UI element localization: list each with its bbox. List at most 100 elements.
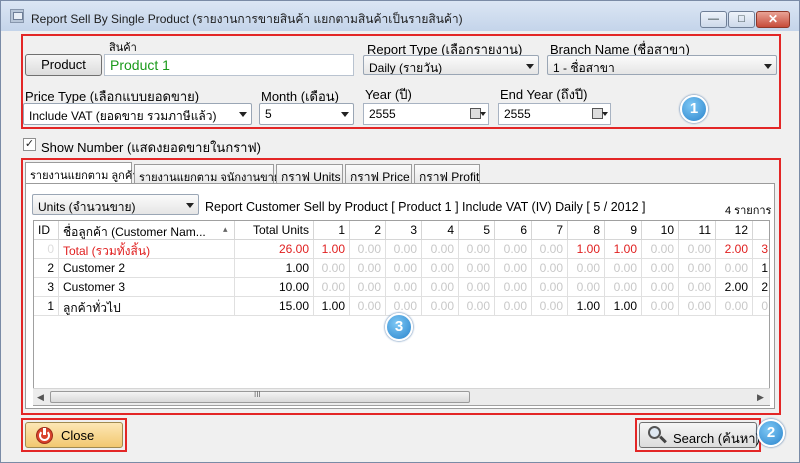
end-year-label: End Year (ถึงปี) (500, 87, 588, 102)
year-picker[interactable]: 2555 (363, 103, 489, 125)
col-day-11[interactable]: 9 (605, 221, 642, 240)
app-icon (10, 9, 24, 23)
col-day-5[interactable]: 3 (386, 221, 422, 240)
scroll-grip-icon: III (254, 390, 261, 399)
tab-price-graph[interactable]: กราฟ Price (345, 164, 412, 184)
maximize-icon: □ (738, 13, 745, 25)
chevron-down-icon (239, 112, 247, 117)
day-value-cell: 0.00 (568, 278, 605, 297)
col-day-6[interactable]: 4 (422, 221, 459, 240)
col-day-9[interactable]: 7 (532, 221, 568, 240)
row-id: 0 (34, 240, 59, 259)
tab-salesperson-report[interactable]: รายงานแยกตาม จนักงานขาย (134, 164, 280, 184)
show-number-checkbox[interactable]: ✓ (23, 138, 36, 151)
day-value-cell: 0.00 (642, 240, 679, 259)
day-value-cell: 0.00 (495, 297, 532, 316)
day-value-cell: 0.00 (422, 259, 459, 278)
col-day-7[interactable]: 5 (459, 221, 495, 240)
table-row[interactable]: 3 Customer 3 10.00 0.00 0.00 0.00 0.00 0.00 0.00… (34, 278, 769, 297)
col-day-10[interactable]: 8 (568, 221, 605, 240)
scroll-thumb[interactable]: III (50, 390, 470, 403)
day-value-cell: 1.00 (568, 297, 605, 316)
power-stem-icon (43, 428, 46, 435)
row-id: 2 (34, 259, 59, 278)
product-button[interactable]: Product (25, 54, 102, 76)
customer-name-cell: Customer 3 (59, 278, 235, 297)
minimize-button[interactable]: — (700, 11, 727, 28)
table-total-row[interactable]: 0 Total (รวมทั้งสิ้น) 26.00 1.00 0.00 0.00 0.0… (34, 240, 769, 259)
month-select[interactable]: 5 (259, 103, 354, 125)
customer-name-cell: ลูกค้าทั่วไป (59, 297, 235, 316)
day-value-cell: 0.00 (605, 278, 642, 297)
col-total-units[interactable]: Total Units (235, 221, 314, 240)
day-value-cell: 0.00 (422, 240, 459, 259)
day-value-cell: 0.00 (459, 259, 495, 278)
close-button-label: Close (61, 428, 95, 443)
horizontal-scrollbar[interactable]: ◀ III ▶ (33, 388, 770, 405)
day-value-cell: 0.00 (350, 259, 386, 278)
callout-badge-2: 2 (757, 419, 785, 447)
scroll-right-icon[interactable]: ▶ (757, 392, 764, 403)
col-day-4[interactable]: 2 (350, 221, 386, 240)
chevron-down-icon (526, 64, 534, 69)
close-button[interactable]: Close (25, 422, 123, 448)
branch-select[interactable]: 1 - ชื่อสาขา (547, 55, 777, 75)
measure-value: Units (จำนวนขาย) (38, 200, 136, 214)
day-value-cell: 0.00 (605, 259, 642, 278)
callout-badge-3: 3 (385, 313, 413, 341)
tab-customer-report[interactable]: รายงานแยกตาม ลูกค้า (25, 162, 138, 185)
day-value-cell: 0.00 (679, 278, 716, 297)
month-value: 5 (265, 107, 272, 121)
year-value: 2555 (369, 107, 396, 121)
day-value-cell: 1.00 (605, 297, 642, 316)
col-customer-name[interactable]: ชื่อลูกค้า (Customer Nam... (59, 221, 235, 240)
scroll-left-icon[interactable]: ◀ (37, 392, 44, 403)
table-row[interactable]: 2 Customer 2 1.00 0.00 0.00 0.00 0.00 0.00 0.00 0… (34, 259, 769, 278)
chevron-down-icon (341, 112, 349, 117)
report-window: Report Sell By Single Product (รายงานการ… (0, 0, 800, 463)
day-value-cell: 0.00 (386, 240, 422, 259)
customer-name-cell: Customer 2 (59, 259, 235, 278)
product-field[interactable]: Product 1 (104, 54, 354, 76)
tab-profit-graph[interactable]: กราฟ Profit (414, 164, 480, 184)
search-handle-icon (659, 435, 667, 444)
day-value-cell: 0.00 (386, 278, 422, 297)
minimize-icon: — (708, 13, 719, 25)
day-value-cell: 0.00 (716, 297, 753, 316)
col-day-13[interactable]: 11 (679, 221, 716, 240)
col-day-14[interactable]: 12 (716, 221, 753, 240)
close-icon: ✕ (767, 12, 779, 26)
tab-units-graph[interactable]: กราฟ Units (276, 164, 343, 184)
day-value-cell: 0.00 (642, 259, 679, 278)
day-value-cell: 0.00 (679, 240, 716, 259)
record-count: 4 รายการ (725, 205, 772, 217)
day-value-cell: 0.00 (495, 240, 532, 259)
day-value-cell: 0.00 (459, 240, 495, 259)
col-day-8[interactable]: 6 (495, 221, 532, 240)
window-title: Report Sell By Single Product (รายงานการ… (31, 12, 463, 26)
chevron-down-icon (764, 64, 772, 69)
col-id[interactable]: ID (34, 221, 59, 240)
search-button[interactable]: Search (ค้นหา) (639, 422, 760, 448)
day-value-cell: 1.00 (314, 297, 350, 316)
measure-select[interactable]: Units (จำนวนขาย) (32, 194, 199, 215)
col-day-3[interactable]: 1 (314, 221, 350, 240)
day-value-cell: 0.00 (568, 259, 605, 278)
day-value-cell: 0.00 (422, 297, 459, 316)
total-units-cell: 26.00 (235, 240, 314, 259)
day-value-cell: 0.00 (716, 259, 753, 278)
day-value-cell: 1.00 (568, 240, 605, 259)
close-window-button[interactable]: ✕ (756, 11, 790, 28)
maximize-button[interactable]: □ (728, 11, 755, 28)
day-value-cell: 0.0 (753, 297, 769, 316)
col-day-12[interactable]: 10 (642, 221, 679, 240)
day-value-cell: 1.00 (605, 240, 642, 259)
day-value-cell: 2.00 (716, 240, 753, 259)
col-day-15[interactable]: 1 (753, 221, 769, 240)
day-value-cell: 0.00 (679, 297, 716, 316)
price-type-select[interactable]: Include VAT (ยอดขาย รวมภาษีแล้ว) (23, 103, 252, 125)
report-type-select[interactable]: Daily (รายวัน) (363, 55, 539, 75)
end-year-picker[interactable]: 2555 (498, 103, 611, 125)
day-value-cell: 1.0 (753, 259, 769, 278)
end-year-value: 2555 (504, 107, 531, 121)
